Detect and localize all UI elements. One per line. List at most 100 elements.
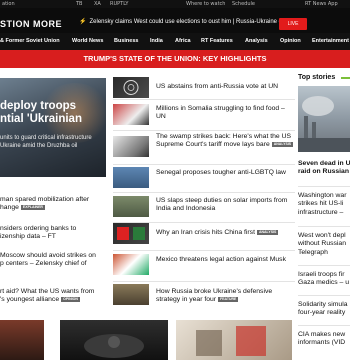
sidebar-story-5[interactable]: Solidarity simula four-year reality bbox=[298, 301, 350, 318]
top-stories-heading: Top stories bbox=[298, 74, 336, 81]
mid-story-8-text: How Russia broke Ukraine's defensive str… bbox=[156, 288, 273, 304]
nav-item-analysis[interactable]: Analysis bbox=[245, 33, 268, 50]
lightning-icon: ⚡ bbox=[79, 19, 87, 25]
left-story-1[interactable]: man spared mobilization after hange EXPLA… bbox=[0, 196, 89, 213]
sidebar-story-1-line2: raid on Russian bbox=[298, 168, 349, 176]
sidebar-story-3[interactable]: West won't depl without Russian Telegrap… bbox=[298, 232, 350, 257]
mid-story-5[interactable]: US slaps steep duties on solar imports f… bbox=[156, 197, 296, 214]
left-story-1-line1: man spared mobilization after bbox=[0, 196, 90, 203]
nav-item-world-news[interactable]: World News bbox=[72, 33, 103, 50]
bottom-story-image-1[interactable] bbox=[0, 320, 44, 360]
top-bar-left: ation bbox=[2, 1, 15, 7]
news-app-link[interactable]: RT News App bbox=[305, 0, 338, 8]
left-story-2[interactable]: nsiders ordering banks to izenship data … bbox=[0, 225, 76, 242]
story-divider bbox=[113, 164, 295, 165]
sidebar-story-1[interactable]: Seven dead in U raid on Russian bbox=[298, 160, 350, 177]
thumbnail-supreme-court[interactable] bbox=[113, 136, 149, 157]
schedule-link[interactable]: Schedule bbox=[232, 0, 255, 8]
mid-story-4[interactable]: Senegal proposes tougher anti-LGBTQ law bbox=[156, 169, 296, 177]
breaking-news-text: Zelensky claims West could use elections… bbox=[89, 19, 298, 25]
sidebar-story-6[interactable]: CIA makes new informants (VID bbox=[298, 331, 350, 348]
sidebar-story-5-line2: four-year reality bbox=[298, 309, 346, 317]
smokestack-graphic-icon bbox=[298, 96, 350, 152]
story-divider bbox=[113, 192, 295, 193]
hero-subtitle: units to guard critical infrastructure U… bbox=[0, 135, 92, 149]
ruptly-link[interactable]: RUPTLY bbox=[110, 0, 128, 8]
thumbnail-un-vote[interactable] bbox=[113, 77, 149, 98]
feature-tag: FEATURE bbox=[218, 297, 239, 303]
sidebar-divider bbox=[298, 186, 350, 187]
left-story-3-line2: p centers – Zelensky chief of bbox=[0, 260, 87, 268]
left-story-1-line2: hange EXPLAINER bbox=[0, 204, 45, 212]
sidebar-story-3-line3: Telegraph bbox=[298, 248, 328, 256]
thumbnail-senegal[interactable] bbox=[113, 167, 149, 188]
sidebar-story-2[interactable]: Washington war strikes hit US-li infrast… bbox=[298, 192, 350, 217]
thumbnail-solar[interactable] bbox=[113, 196, 149, 217]
mid-story-1[interactable]: US abstains from anti-Russia vote at UN bbox=[156, 83, 296, 91]
nav-item-rt-features[interactable]: RT Features bbox=[201, 33, 233, 50]
site-brand[interactable]: STION MORE bbox=[0, 19, 62, 29]
sidebar-story-2-line3: infrastructure – bbox=[298, 208, 344, 216]
left-story-3-line1: Moscow should avoid strikes on bbox=[0, 252, 96, 259]
live-button[interactable]: LIVE bbox=[279, 18, 307, 30]
sidebar-divider bbox=[298, 265, 350, 266]
sidebar-story-3-line1: West won't depl bbox=[298, 232, 346, 239]
nav-item-africa[interactable]: Africa bbox=[175, 33, 191, 50]
sidebar-story-1-line1: Seven dead in U bbox=[298, 160, 350, 167]
analysis-tag: ANALYSIS bbox=[271, 142, 294, 148]
where-to-watch-link[interactable]: Where to watch bbox=[186, 0, 225, 8]
left-story-4[interactable]: rt aid? What the US wants from 's younge… bbox=[0, 288, 94, 305]
nav-item-entertainment[interactable]: Entertainment bbox=[312, 33, 349, 50]
thumbnail-iran-china[interactable] bbox=[113, 223, 149, 244]
hero-title[interactable]: deploy troops ntial 'Ukrainian bbox=[0, 100, 106, 126]
nav-item-former-soviet-union[interactable]: & Former Soviet Union bbox=[0, 33, 60, 50]
sidebar-story-4-line2: Gaza medics – u bbox=[298, 279, 349, 287]
bottom-story-image-3[interactable] bbox=[176, 320, 292, 360]
dark-graphic-icon bbox=[84, 334, 144, 358]
mid-story-6[interactable]: Why an Iran crisis hits China first ANALY… bbox=[156, 229, 296, 237]
sidebar-story-5-line1: Solidarity simula bbox=[298, 301, 348, 308]
sidebar-divider bbox=[298, 295, 350, 296]
flag-graphic-icon bbox=[117, 227, 145, 240]
mid-story-2[interactable]: Millions in Somalia struggling to find f… bbox=[156, 105, 296, 122]
opinion-tag: OPINION bbox=[61, 297, 80, 303]
nav-item-opinion[interactable]: Opinion bbox=[280, 33, 301, 50]
sidebar-divider bbox=[298, 226, 350, 227]
sidebar-top-image[interactable] bbox=[298, 86, 350, 152]
sidebar-story-4[interactable]: Israeli troops fir Gaza medics – u bbox=[298, 271, 350, 288]
sidebar-story-3-line2: without Russian bbox=[298, 240, 346, 248]
sidebar-story-4-line1: Israeli troops fir bbox=[298, 271, 345, 278]
mid-story-3[interactable]: The swamp strikes back: Here's what the … bbox=[156, 133, 296, 150]
story-divider bbox=[113, 222, 295, 223]
left-story-3[interactable]: Moscow should avoid strikes on p centers… bbox=[0, 252, 96, 269]
sidebar-story-2-line2: strikes hit US-li bbox=[298, 200, 344, 208]
mid-story-8[interactable]: How Russia broke Ukraine's defensive str… bbox=[156, 288, 296, 305]
mid-story-7[interactable]: Mexico threatens legal action against Mu… bbox=[156, 256, 296, 264]
bottom-story-image-2[interactable] bbox=[60, 320, 168, 360]
main-nav: & Former Soviet Union World News Busines… bbox=[0, 33, 350, 50]
hero-story[interactable]: deploy troops ntial 'Ukrainian units to … bbox=[0, 78, 106, 177]
xa-link[interactable]: XA bbox=[94, 0, 101, 8]
thumbnail-mexico[interactable] bbox=[113, 254, 149, 275]
story-divider bbox=[113, 99, 295, 100]
top-stories-accent bbox=[341, 77, 350, 79]
analysis-tag: ANALYSIS bbox=[256, 229, 279, 235]
left-story-2-line2: izenship data – FT bbox=[0, 233, 56, 241]
breaking-news-ticker[interactable]: ⚡ Zelensky claims West could use election… bbox=[79, 18, 297, 25]
sidebar-story-2-line1: Washington war bbox=[298, 192, 347, 199]
highlight-banner[interactable]: TRUMP'S STATE OF THE UNION: KEY HIGHLIGH… bbox=[0, 50, 350, 68]
left-story-2-line1: nsiders ordering banks to bbox=[0, 225, 77, 232]
sidebar-divider bbox=[298, 325, 350, 326]
left-story-4-line1: rt aid? What the US wants from bbox=[0, 288, 95, 295]
left-story-4-line2: 's youngest alliance OPINION bbox=[0, 296, 80, 304]
explainer-tag: EXPLAINER bbox=[20, 205, 45, 211]
top-utility-bar: ation ТВ XA RUPTLY Where to watch Schedu… bbox=[0, 0, 350, 8]
collage-graphic-icon bbox=[196, 326, 266, 356]
nav-item-india[interactable]: India bbox=[150, 33, 163, 50]
thumbnail-russia-ukraine[interactable] bbox=[113, 284, 149, 305]
story-divider bbox=[113, 281, 295, 282]
tv-link[interactable]: ТВ bbox=[76, 0, 82, 8]
mid-story-6-text: Why an Iran crisis hits China first bbox=[156, 229, 255, 236]
thumbnail-somalia[interactable] bbox=[113, 104, 149, 125]
nav-item-business[interactable]: Business bbox=[114, 33, 138, 50]
